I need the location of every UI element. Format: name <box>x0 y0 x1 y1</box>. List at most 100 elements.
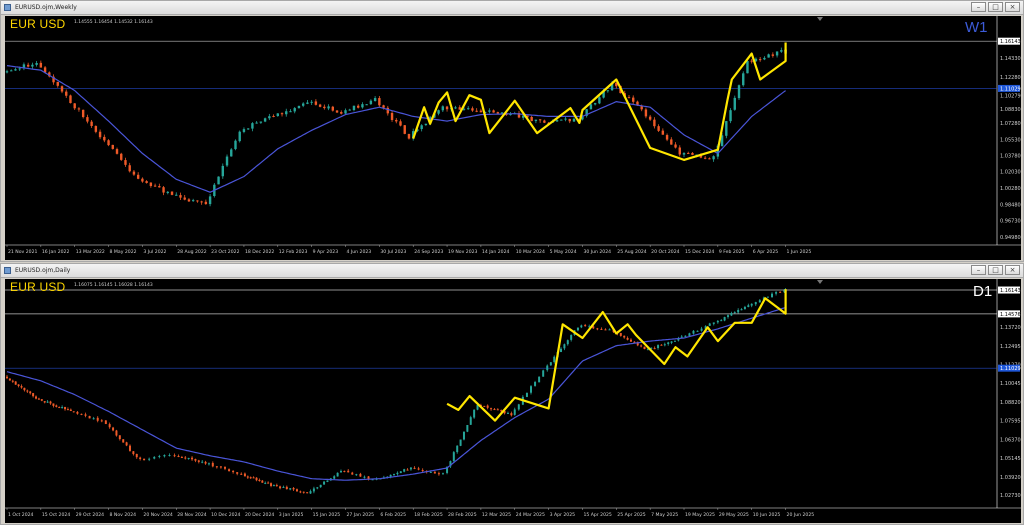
candle-body <box>456 445 459 453</box>
x-tick-label: 24 Mar 2025 <box>516 512 545 518</box>
candle-body <box>459 439 462 446</box>
x-tick-label: 30 Jun 2024 <box>583 249 611 255</box>
candle-body <box>395 119 398 122</box>
candle-body <box>18 68 21 70</box>
weekly-price-chart[interactable]: 1.16143 1.14330 1.12280 1.10279 1.08830 1.072… <box>5 16 1021 260</box>
y-tick-label: 0.96730 <box>1000 219 1021 225</box>
candle-body <box>32 393 35 397</box>
candle-body <box>261 480 264 483</box>
moving-average-line <box>6 306 786 481</box>
candle-body <box>441 473 444 475</box>
weekly-titlebar[interactable]: EURUSD.ojm,Weekly – □ × <box>1 1 1023 15</box>
candle-body <box>750 303 753 306</box>
candle-body <box>716 320 719 323</box>
candle-body <box>72 411 75 413</box>
daily-chart-window[interactable]: EURUSD.ojm,Daily – □ × 1.16143 1.14576 1.1… <box>0 263 1024 525</box>
candle-body <box>37 398 40 400</box>
candle-body <box>111 144 114 149</box>
y-tick-label: 1.05145 <box>1000 456 1021 462</box>
candle-body <box>723 317 726 321</box>
candle-body <box>488 110 491 112</box>
weekly-chart-area[interactable]: 1.16143 1.14330 1.12280 1.10279 1.08830 1.072… <box>5 16 1021 260</box>
y-tick-label: 1.12280 <box>1000 75 1021 81</box>
candle-body <box>708 323 711 326</box>
candle-body <box>566 340 569 345</box>
weekly-chart-shift-icon[interactable] <box>817 17 823 21</box>
candle-body <box>730 313 733 316</box>
close-icon[interactable]: × <box>1005 265 1020 275</box>
weekly-window-title: EURUSD.ojm,Weekly <box>15 4 77 11</box>
daily-titlebar[interactable]: EURUSD.ojm,Daily – □ × <box>1 264 1023 278</box>
candle-body <box>306 102 309 104</box>
candle-body <box>270 483 273 486</box>
candle-body <box>242 129 246 132</box>
x-tick-label: 28 Aug 2022 <box>177 249 207 255</box>
candle-body <box>626 337 629 340</box>
maximize-icon[interactable]: □ <box>988 2 1003 12</box>
candle-body <box>771 293 774 297</box>
candle-body <box>252 477 255 479</box>
candle-body <box>576 327 579 331</box>
candle-body <box>158 455 161 457</box>
x-tick-label: 19 Nov 2023 <box>448 249 477 255</box>
candle-body <box>282 486 285 488</box>
candle-body <box>314 101 318 105</box>
candle-body <box>333 476 336 479</box>
x-tick-label: 4 Jun 2023 <box>347 249 372 255</box>
candle-body <box>692 330 695 334</box>
candle-body <box>316 487 319 489</box>
candle-body <box>604 329 607 331</box>
candle-body <box>600 328 603 330</box>
y-tick-label: 1.08820 <box>1000 400 1021 406</box>
candle-body <box>369 100 373 105</box>
minimize-icon[interactable]: – <box>971 265 986 275</box>
candle-body <box>390 112 394 120</box>
candle-body <box>92 418 95 420</box>
candle-body <box>6 376 8 379</box>
candle-body <box>684 335 687 337</box>
candle-body <box>644 109 648 117</box>
candle-body <box>670 341 673 343</box>
candle-body <box>687 152 690 154</box>
candle-body <box>29 391 32 394</box>
candle-body <box>758 300 761 303</box>
candle-body <box>297 105 301 109</box>
x-tick-label: 7 May 2025 <box>651 512 678 518</box>
candle-body <box>564 118 567 120</box>
candle-body <box>510 413 513 416</box>
candle-body <box>65 91 68 96</box>
x-tick-label: 28 Nov 2024 <box>177 512 206 518</box>
candle-body <box>466 425 469 432</box>
candle-body <box>219 466 222 468</box>
candle-body <box>643 346 646 350</box>
candle-body <box>179 195 182 198</box>
candle-body <box>306 492 309 494</box>
y-tick-label: 1.03780 <box>1000 153 1021 159</box>
candle-body <box>225 156 229 166</box>
daily-chart-area[interactable]: 1.161431.145761.137201.124951.112701.100… <box>5 279 1021 523</box>
candle-body <box>255 122 258 124</box>
candle-body <box>538 119 542 121</box>
candle-body <box>780 50 783 52</box>
weekly-chart-window[interactable]: EURUSD.ojm,Weekly – □ × 1.161431.143301.… <box>0 0 1024 262</box>
candle-body <box>747 305 750 308</box>
daily-price-chart[interactable]: 1.161431.145761.137201.124951.112701.100… <box>5 279 1021 523</box>
candle-body <box>413 467 416 469</box>
x-tick-label: 15 Jan 2025 <box>313 512 341 518</box>
weekly-ohlc-readout: 1.14555 1.16454 1.14532 1.16143 <box>74 20 153 25</box>
candle-body <box>750 60 753 62</box>
daily-chart-shift-icon[interactable] <box>817 280 823 284</box>
candle-body <box>289 111 292 113</box>
candle-body <box>396 472 399 475</box>
candle-body <box>452 452 455 462</box>
close-icon[interactable]: × <box>1005 2 1020 12</box>
candle-body <box>429 471 432 473</box>
candle-body <box>228 469 231 472</box>
candle-body <box>103 136 106 141</box>
x-tick-label: 20 Nov 2024 <box>143 512 172 518</box>
candle-body <box>775 51 779 56</box>
minimize-icon[interactable]: – <box>971 2 986 12</box>
candle-body <box>326 480 329 482</box>
candle-body <box>525 392 528 397</box>
maximize-icon[interactable]: □ <box>988 265 1003 275</box>
